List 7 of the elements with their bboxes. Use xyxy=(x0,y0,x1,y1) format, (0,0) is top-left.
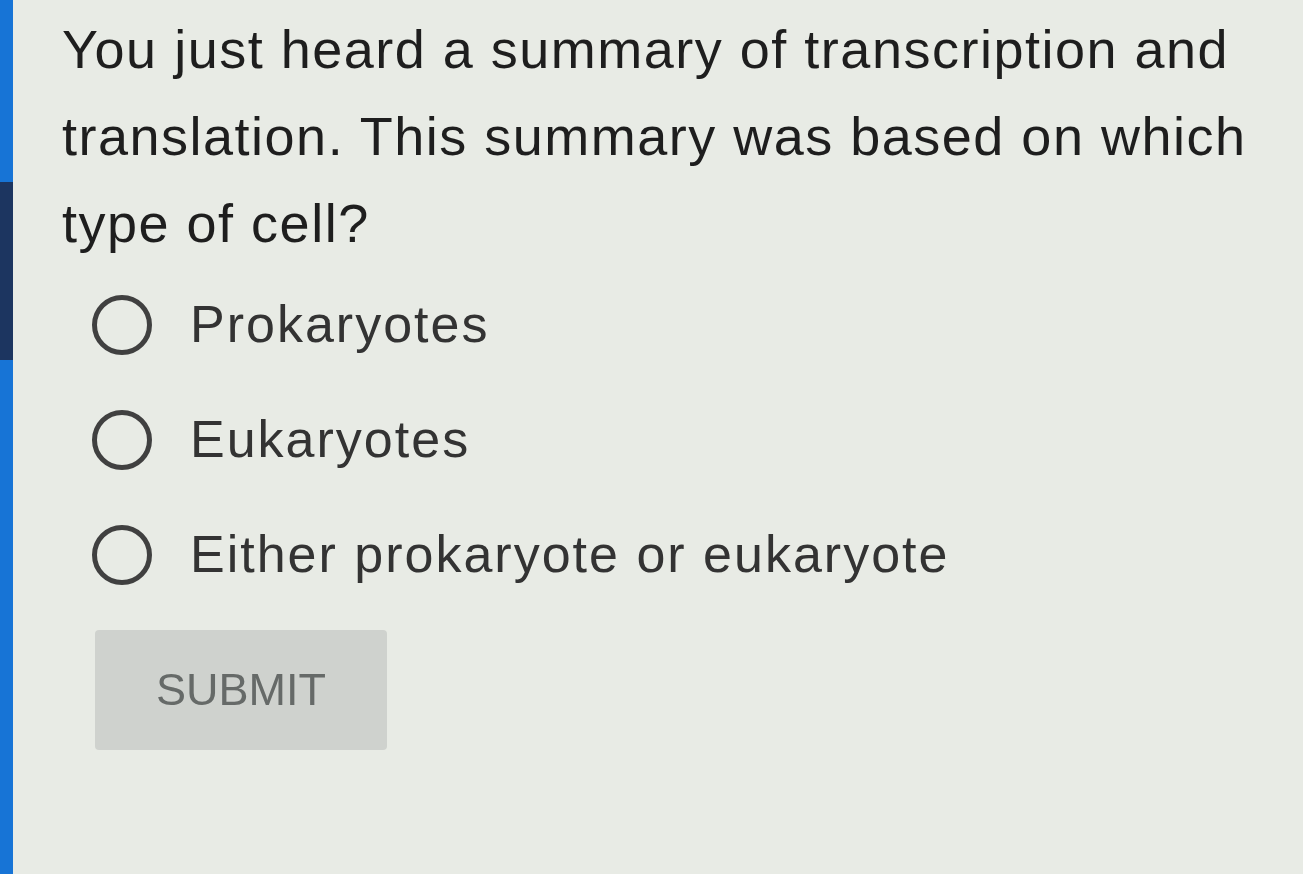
option-label[interactable]: Eukaryotes xyxy=(190,408,471,471)
question-text: You just heard a summary of transcription and translation. This summary was based on which type of cell? xyxy=(62,18,1248,255)
radio-button[interactable] xyxy=(92,294,152,355)
radio-button[interactable] xyxy=(92,409,152,470)
option-label[interactable]: Prokaryotes xyxy=(190,293,490,356)
option-label[interactable]: Either prokaryote or eukaryote xyxy=(190,523,950,586)
radio-button[interactable] xyxy=(92,524,152,585)
